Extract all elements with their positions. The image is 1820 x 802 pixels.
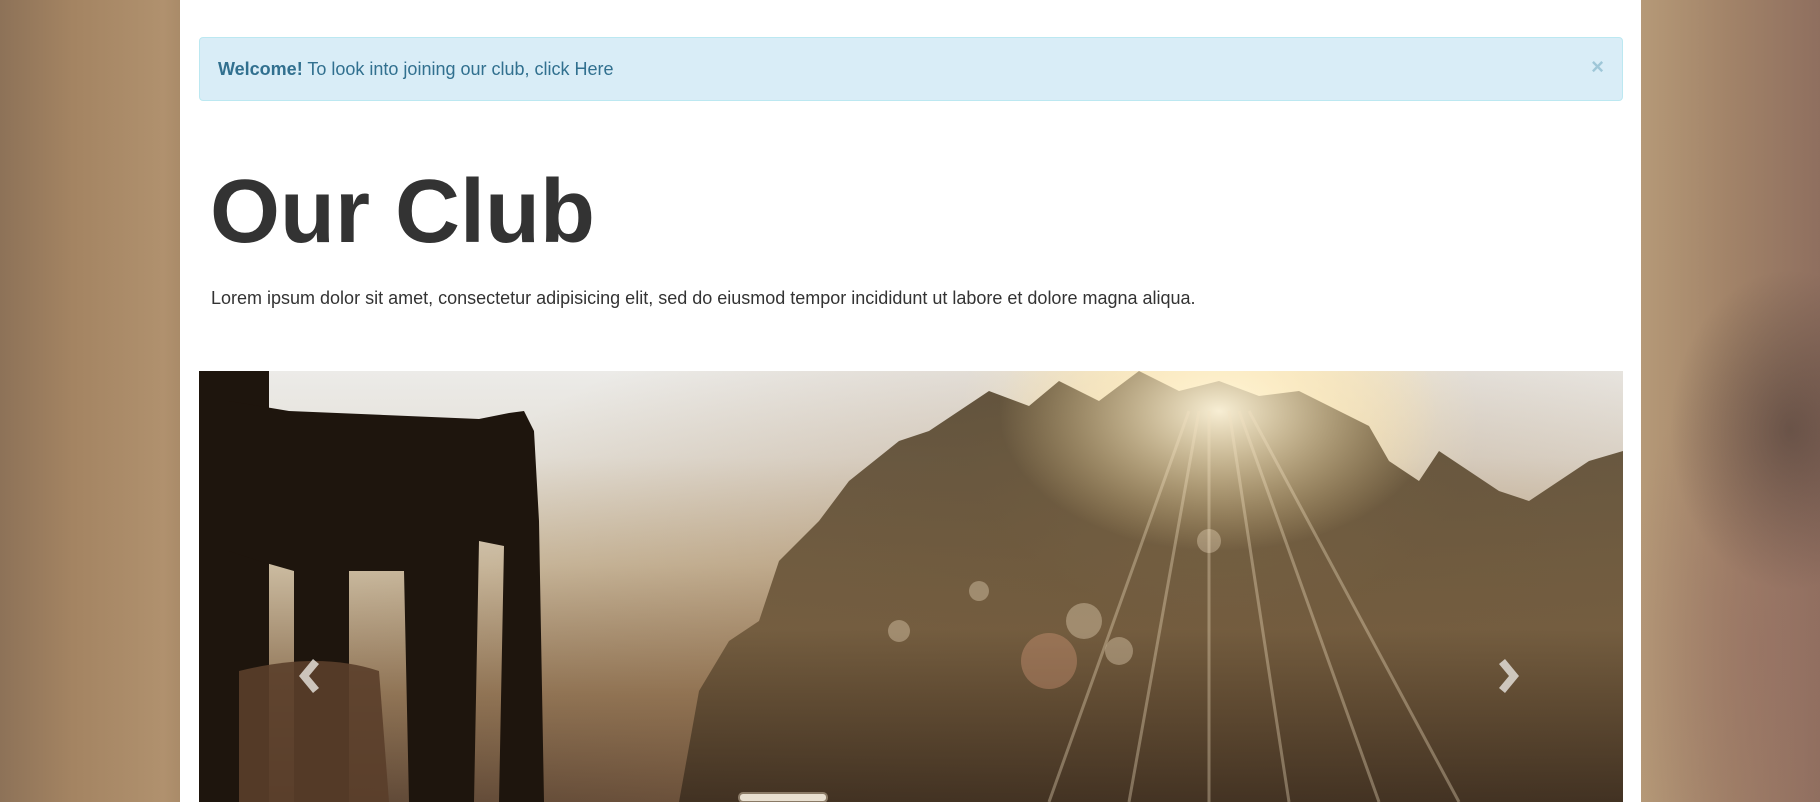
chevron-right-icon: [1499, 659, 1519, 693]
intro-text: Lorem ipsum dolor sit amet, consectetur …: [211, 288, 1196, 308]
image-carousel: [199, 371, 1623, 802]
carousel-prev-button[interactable]: [289, 651, 329, 701]
page-container: Welcome! To look into joining our club, …: [180, 0, 1641, 802]
welcome-alert: Welcome! To look into joining our club, …: [199, 37, 1623, 101]
join-club-link[interactable]: Here: [575, 59, 614, 79]
alert-strong: Welcome!: [218, 59, 303, 79]
alert-close-button[interactable]: ×: [1591, 38, 1604, 96]
chevron-left-icon: [299, 659, 319, 693]
carousel-image: [199, 371, 1623, 802]
alert-text: To look into joining our club, click: [302, 59, 575, 79]
carousel-next-button[interactable]: [1489, 651, 1529, 701]
page-title: Our Club: [210, 162, 595, 262]
